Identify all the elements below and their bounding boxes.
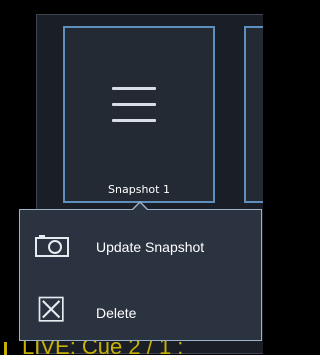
update-snapshot-label: Update Snapshot [96,239,205,255]
update-snapshot-menu-item[interactable]: Update Snapshot [20,220,261,274]
snapshot-tile[interactable]: Snapshot 1 [63,26,215,203]
snapshot-tile-label: Snapshot 1 [108,183,170,196]
status-marker [4,342,7,355]
snapshot-tile-next[interactable] [244,26,263,203]
delete-menu-item[interactable]: Delete [20,286,261,340]
delete-label: Delete [96,305,137,321]
camera-icon [35,235,69,257]
context-menu: Update Snapshot Delete [19,209,262,341]
hamburger-menu-icon [112,85,156,125]
popup-arrow-fill [133,203,147,210]
delete-box-icon [38,296,64,322]
snapshot-screen: Snapshot 1 LIVE: Cue 2 / 1 : Update Snap… [0,0,263,355]
